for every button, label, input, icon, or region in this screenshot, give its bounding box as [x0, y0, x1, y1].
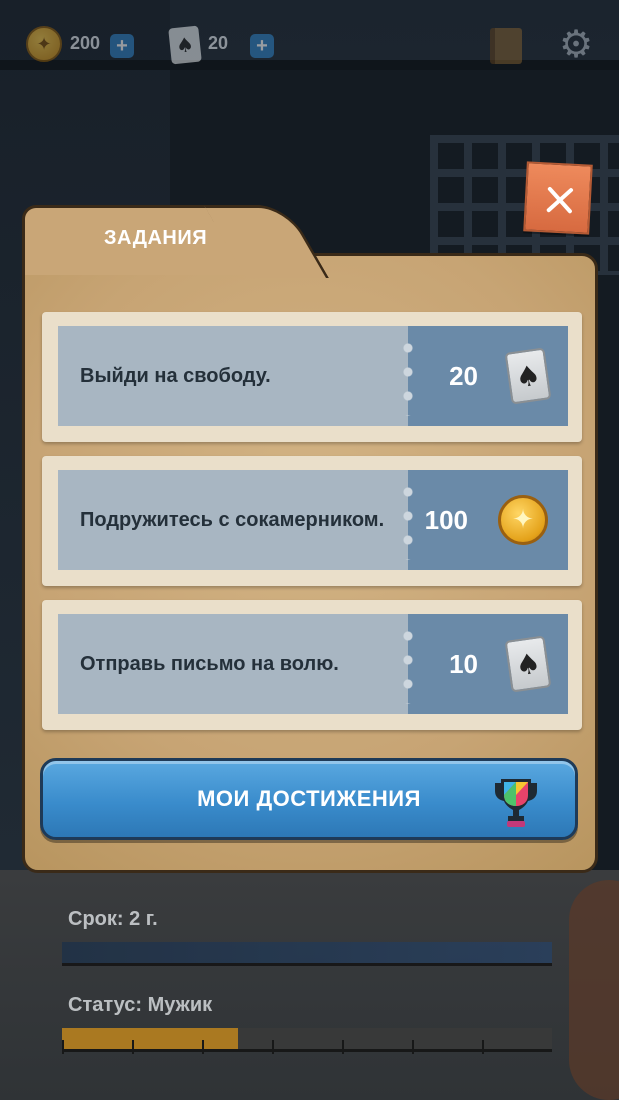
- card-balance: 20: [208, 33, 229, 53]
- task-reward: 10 ♠: [402, 614, 568, 714]
- coin-icon: ✦: [498, 495, 548, 545]
- status-label: Статус: Мужик: [68, 994, 213, 1016]
- achievements-button[interactable]: МОИ ДОСТИЖЕНИЯ: [40, 758, 578, 840]
- achievements-label: МОИ ДОСТИЖЕНИЯ: [197, 786, 421, 811]
- coin-balance: 200: [70, 33, 101, 53]
- reward-amount: 20: [449, 360, 478, 391]
- coin-icon: ✦: [26, 26, 62, 62]
- spade-card-icon: ♠: [504, 347, 552, 405]
- reward-amount: 10: [449, 648, 478, 679]
- status-panel: Срок: 2 г. Статус: Мужик: [0, 880, 619, 1100]
- task-reward: 100 ✦: [402, 470, 568, 570]
- add-coins-button[interactable]: +: [110, 34, 134, 58]
- spade-card-icon: ♠: [168, 25, 202, 65]
- add-cards-button[interactable]: +: [250, 34, 274, 58]
- reward-amount: 100: [424, 504, 468, 535]
- term-progress-fill: [62, 942, 552, 963]
- top-hud: ✦ 200 + ♠ 20 + ⚙: [0, 24, 619, 68]
- term-progress-bar: [62, 942, 552, 966]
- task-item: Отправь письмо на волю. 10 ♠: [42, 600, 582, 730]
- book-icon[interactable]: [490, 28, 522, 64]
- task-item: Подружитесь с сокамерником. 100 ✦: [42, 456, 582, 586]
- task-reward: 20 ♠: [402, 326, 568, 426]
- panel-title: ЗАДАНИЯ: [104, 227, 208, 249]
- task-text: Подружитесь с сокамерником.: [80, 508, 385, 531]
- task-item: Выйди на свободу. 20 ♠: [42, 312, 582, 442]
- task-list: Выйди на свободу. 20 ♠ Подружитесь с сок…: [42, 312, 582, 744]
- spade-card-icon: ♠: [504, 635, 552, 693]
- gear-icon[interactable]: ⚙: [556, 24, 596, 64]
- progress-ticks: [62, 1040, 552, 1054]
- task-text: Выйди на свободу.: [80, 364, 271, 387]
- task-text: Отправь письмо на волю.: [80, 652, 339, 675]
- close-button[interactable]: [523, 161, 593, 235]
- term-label: Срок: 2 г.: [68, 908, 158, 930]
- trophy-icon: [495, 779, 537, 827]
